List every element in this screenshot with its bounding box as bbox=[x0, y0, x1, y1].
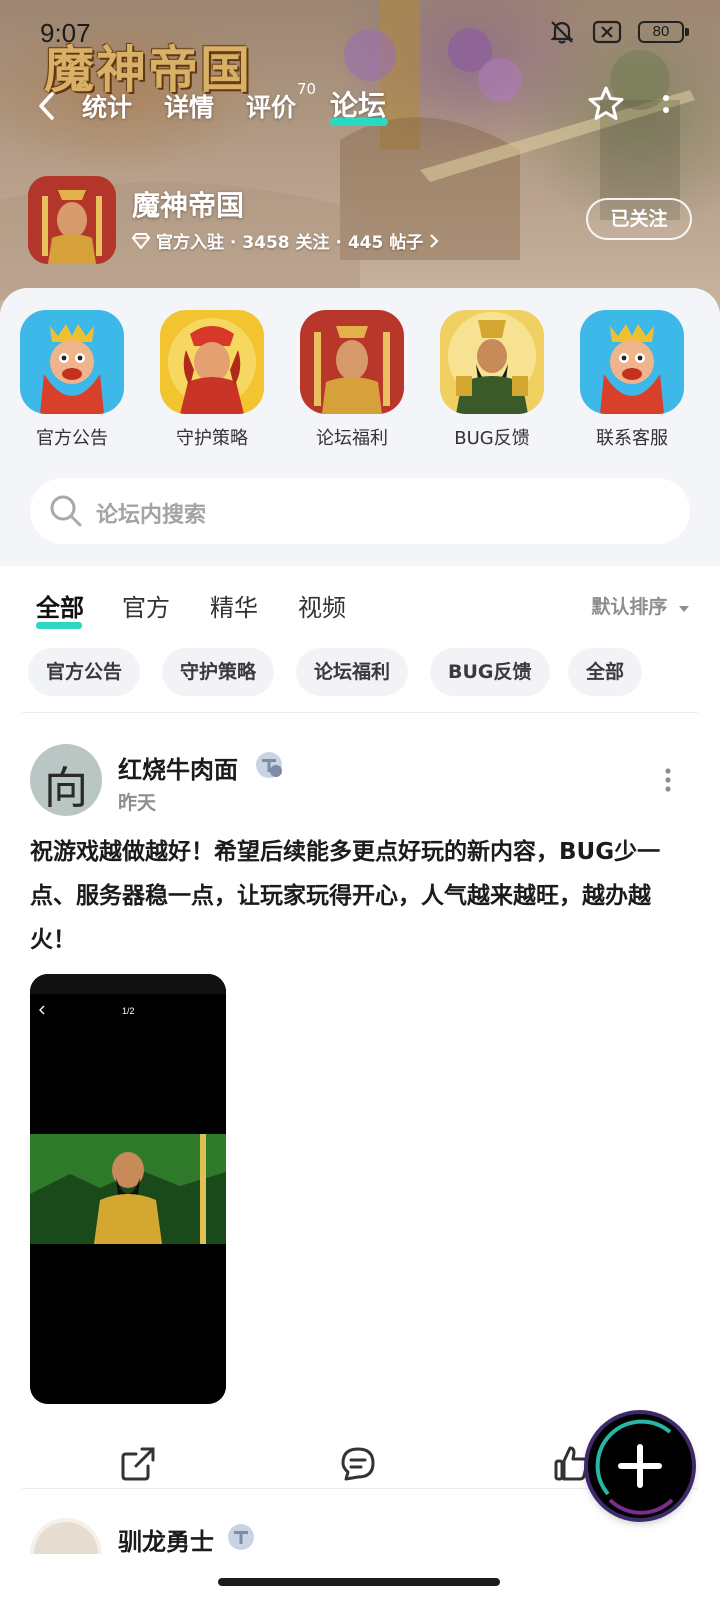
post-author[interactable]: 驯龙勇士 bbox=[118, 1522, 214, 1554]
search-placeholder: 论坛内搜索 bbox=[96, 503, 207, 528]
level-badge-icon bbox=[256, 752, 282, 778]
post-time: 昨天 bbox=[118, 792, 157, 814]
header-banner: 9:07 80 魔神帝国 统计 详情 评价 70 论坛 魔神帝国 官方入驻 · … bbox=[0, 0, 720, 320]
chip-announcement[interactable]: 官方公告 bbox=[28, 648, 141, 696]
tab-video[interactable]: 视频 bbox=[298, 588, 346, 623]
chip-all[interactable]: 全部 bbox=[568, 648, 643, 696]
top-nav: 统计 详情 评价 70 论坛 bbox=[0, 80, 720, 128]
tab-details[interactable]: 详情 bbox=[164, 88, 214, 124]
like-icon[interactable] bbox=[552, 1444, 592, 1484]
app-icon bbox=[28, 176, 116, 264]
sort-label: 默认排序 bbox=[591, 596, 668, 618]
warrior-portrait-icon bbox=[160, 310, 264, 414]
king-portrait-icon bbox=[580, 310, 684, 414]
reviews-count-badge: 70 bbox=[297, 80, 317, 98]
active-filter-indicator bbox=[36, 622, 82, 629]
search-input[interactable]: 论坛内搜索 bbox=[30, 478, 690, 544]
post-image[interactable]: 1/2 bbox=[30, 974, 226, 1404]
quick-link-label: 论坛福利 bbox=[316, 428, 388, 449]
active-tab-indicator bbox=[330, 118, 388, 126]
post-content[interactable]: 祝游戏越做越好！希望后续能多更点好玩的新内容，BUG少一点、服务器稳一点，让玩家… bbox=[30, 830, 690, 962]
plus-icon-stroke bbox=[637, 1444, 643, 1488]
share-icon[interactable] bbox=[118, 1444, 158, 1484]
screenshot-thumbnail: 1/2 bbox=[30, 974, 226, 1404]
chip-bug-report[interactable]: BUG反馈 bbox=[430, 648, 550, 696]
forum-content: 官方公告 守护策略 论坛福利 BUG反馈 联系客服 论坛内搜索 全部 官方 精华… bbox=[0, 288, 720, 1600]
quick-link-label: 官方公告 bbox=[36, 428, 108, 449]
avatar[interactable] bbox=[30, 1518, 102, 1554]
quick-link-bug-report[interactable]: BUG反馈 bbox=[438, 310, 546, 450]
chip-welfare[interactable]: 论坛福利 bbox=[296, 648, 409, 696]
chevron-right-icon bbox=[430, 233, 439, 248]
comment-icon[interactable] bbox=[338, 1444, 378, 1484]
king-portrait-icon bbox=[20, 310, 124, 414]
new-post-button[interactable] bbox=[588, 1414, 692, 1518]
caret-down-icon bbox=[679, 606, 689, 612]
tab-official[interactable]: 官方 bbox=[122, 588, 170, 623]
level-badge-icon bbox=[228, 1524, 254, 1550]
general-portrait-icon bbox=[440, 310, 544, 414]
app-info: 魔神帝国 官方入驻 · 3458 关注 · 445 帖子 已关注 bbox=[28, 176, 692, 266]
home-indicator[interactable] bbox=[218, 1578, 500, 1586]
quick-link-label: BUG反馈 bbox=[454, 428, 530, 449]
quick-links-area: 官方公告 守护策略 论坛福利 BUG反馈 联系客服 论坛内搜索 bbox=[0, 288, 720, 566]
tab-reviews[interactable]: 评价 bbox=[246, 88, 296, 124]
more-vertical-icon[interactable] bbox=[658, 92, 674, 122]
no-sim-icon bbox=[592, 20, 622, 44]
app-meta[interactable]: 官方入驻 · 3458 关注 · 445 帖子 bbox=[132, 228, 439, 253]
gold-hero-portrait-icon bbox=[300, 310, 404, 414]
image-page-indicator: 1/2 bbox=[122, 1006, 135, 1016]
sort-dropdown[interactable]: 默认排序 bbox=[591, 592, 690, 619]
quick-link-strategy[interactable]: 守护策略 bbox=[158, 310, 266, 450]
follow-button[interactable]: 已关注 bbox=[586, 198, 692, 240]
quick-link-announcement[interactable]: 官方公告 bbox=[18, 310, 126, 450]
avatar-glyph: 向 bbox=[44, 763, 88, 814]
app-meta-text: 官方入驻 · 3458 关注 · 445 帖子 bbox=[156, 233, 424, 253]
post-author[interactable]: 红烧牛肉面 bbox=[118, 750, 238, 785]
battery-indicator: 80 bbox=[638, 21, 689, 43]
back-arrow-icon[interactable] bbox=[32, 88, 62, 124]
tab-all[interactable]: 全部 bbox=[36, 588, 84, 623]
chip-strategy[interactable]: 守护策略 bbox=[162, 648, 275, 696]
quick-link-support[interactable]: 联系客服 bbox=[578, 310, 686, 450]
quick-link-label: 守护策略 bbox=[176, 428, 248, 449]
quick-link-welfare[interactable]: 论坛福利 bbox=[298, 310, 406, 450]
filter-tabs: 全部 官方 精华 视频 默认排序 bbox=[0, 588, 720, 638]
tab-stats[interactable]: 统计 bbox=[82, 88, 132, 124]
divider bbox=[22, 712, 698, 713]
search-icon bbox=[50, 495, 82, 527]
status-icons: 80 bbox=[548, 18, 689, 46]
quick-link-label: 联系客服 bbox=[596, 428, 668, 449]
post-more-icon[interactable] bbox=[664, 766, 672, 794]
avatar[interactable]: 向 bbox=[30, 744, 102, 816]
diamond-icon bbox=[132, 232, 150, 249]
mute-bell-icon bbox=[550, 21, 574, 44]
star-icon[interactable] bbox=[586, 84, 626, 124]
app-name: 魔神帝国 bbox=[132, 189, 245, 222]
tab-featured[interactable]: 精华 bbox=[210, 588, 258, 623]
